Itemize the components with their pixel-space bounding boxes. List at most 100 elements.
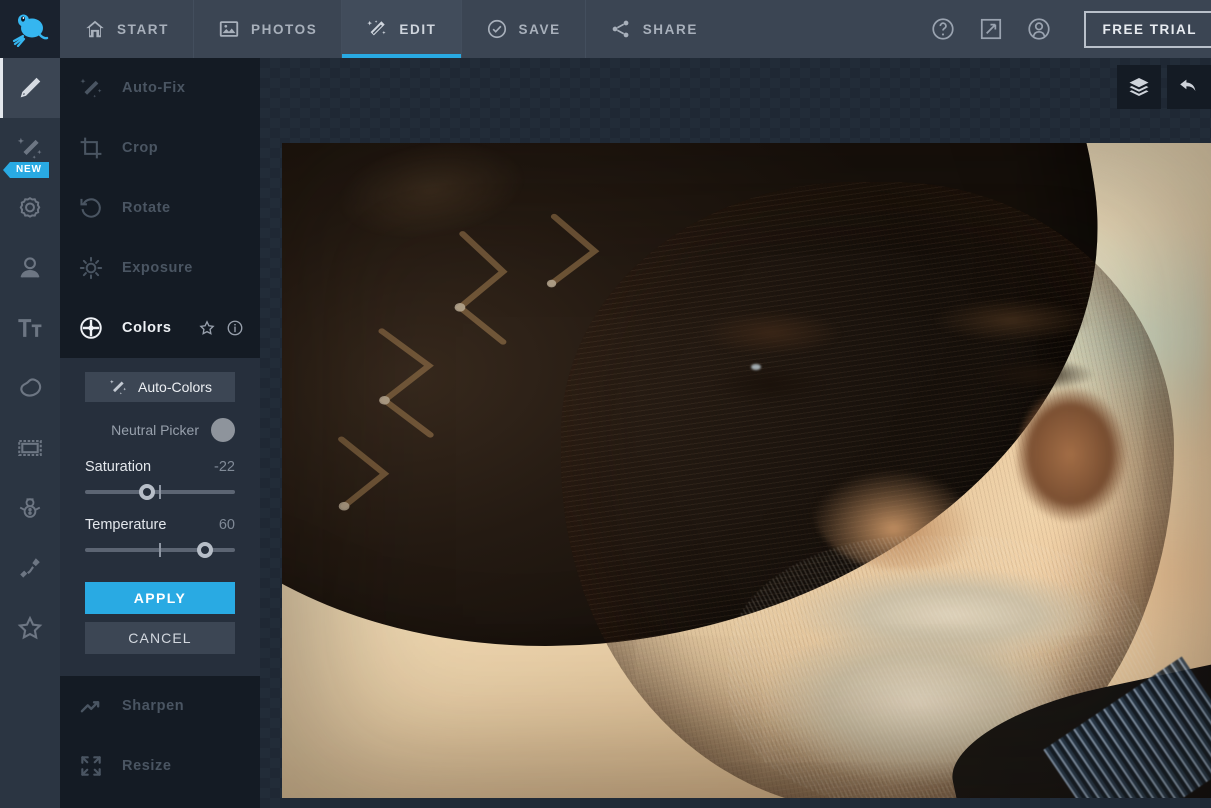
rail-item-edit-tools[interactable] bbox=[0, 58, 69, 118]
crop-icon bbox=[78, 135, 104, 161]
auto-colors-label: Auto-Colors bbox=[138, 379, 212, 395]
snowman-icon bbox=[16, 494, 44, 522]
tab-share[interactable]: SHARE bbox=[584, 0, 722, 58]
tab-photos-label: PHOTOS bbox=[251, 21, 318, 37]
tool-label-sharpen: Sharpen bbox=[122, 698, 185, 714]
slider-temperature-handle[interactable] bbox=[197, 542, 213, 558]
rail-item-graphics[interactable] bbox=[0, 478, 60, 538]
brush-stroke-icon bbox=[16, 554, 44, 582]
edited-photo[interactable] bbox=[282, 143, 1211, 798]
slider-saturation-header: Saturation -22 bbox=[85, 459, 235, 475]
slider-saturation: Saturation -22 bbox=[85, 459, 235, 502]
frame-icon bbox=[16, 434, 44, 462]
tab-save-label: SAVE bbox=[518, 21, 561, 37]
app-logo[interactable] bbox=[0, 0, 60, 58]
cancel-button[interactable]: CANCEL bbox=[85, 622, 235, 654]
magic-wand-icon bbox=[108, 377, 128, 397]
free-trial-button[interactable]: FREE TRIAL bbox=[1083, 10, 1211, 48]
photo-vignette bbox=[282, 143, 1211, 798]
tab-edit-label: EDIT bbox=[399, 21, 437, 37]
undo-button[interactable] bbox=[1167, 65, 1211, 109]
rail-item-touch-up[interactable] bbox=[0, 238, 60, 298]
undo-icon bbox=[1180, 79, 1196, 91]
person-icon bbox=[16, 254, 44, 282]
tool-row-exposure[interactable]: Exposure bbox=[60, 238, 260, 298]
layers-button[interactable] bbox=[1117, 65, 1161, 109]
blob-icon bbox=[16, 374, 44, 402]
tab-share-label: SHARE bbox=[642, 21, 698, 37]
new-badge: NEW bbox=[10, 162, 49, 178]
color-target-icon bbox=[78, 315, 104, 341]
magic-wand-icon bbox=[16, 134, 44, 162]
favorite-star-icon[interactable] bbox=[198, 319, 216, 337]
colors-options-panel: Auto-Colors Neutral Picker Saturation -2… bbox=[60, 358, 260, 676]
magic-wand-icon bbox=[366, 18, 388, 40]
slider-temperature-track[interactable] bbox=[85, 540, 235, 560]
tool-label-resize: Resize bbox=[122, 758, 172, 774]
slider-saturation-label: Saturation bbox=[85, 459, 152, 475]
tool-row-auto-fix[interactable]: Auto-Fix bbox=[60, 58, 260, 118]
slider-temperature-header: Temperature 60 bbox=[85, 517, 235, 533]
auto-colors-button[interactable]: Auto-Colors bbox=[85, 372, 235, 402]
slider-saturation-value: -22 bbox=[214, 459, 235, 475]
slider-temperature: Temperature 60 bbox=[85, 517, 235, 560]
tool-label-colors: Colors bbox=[122, 320, 172, 336]
canvas-toolbar bbox=[1117, 65, 1211, 109]
fullscreen-icon[interactable] bbox=[978, 16, 1004, 42]
colors-row-actions bbox=[198, 319, 244, 337]
account-icon[interactable] bbox=[1026, 16, 1052, 42]
apply-button[interactable]: APPLY bbox=[85, 582, 235, 614]
star-icon bbox=[16, 614, 44, 642]
tool-label-auto-fix: Auto-Fix bbox=[122, 80, 186, 96]
slider-center-tick bbox=[159, 485, 161, 499]
slider-saturation-track[interactable] bbox=[85, 482, 235, 502]
tool-row-rotate[interactable]: Rotate bbox=[60, 178, 260, 238]
rail-item-overlays[interactable] bbox=[0, 598, 60, 658]
tool-row-sharpen[interactable]: Sharpen bbox=[60, 676, 260, 736]
tab-photos[interactable]: PHOTOS bbox=[193, 0, 341, 58]
sharpen-icon bbox=[78, 693, 104, 719]
rail-item-text[interactable] bbox=[0, 298, 60, 358]
rail-item-artsy[interactable] bbox=[0, 358, 60, 418]
pencil-icon bbox=[16, 74, 44, 102]
tab-save[interactable]: SAVE bbox=[460, 0, 585, 58]
rail-item-ai-tools[interactable]: NEW bbox=[0, 162, 60, 238]
rail-item-brushes[interactable] bbox=[0, 538, 60, 598]
top-right-actions: FREE TRIAL bbox=[930, 0, 1211, 58]
text-tt-icon bbox=[16, 314, 44, 342]
resize-icon bbox=[78, 753, 104, 779]
neutral-picker-swatch[interactable] bbox=[211, 418, 235, 442]
magic-wand-icon bbox=[78, 75, 104, 101]
share-nodes-icon bbox=[610, 18, 632, 40]
slider-saturation-handle[interactable] bbox=[138, 484, 155, 500]
main-tabs: START PHOTOS EDIT SAVE SHARE bbox=[60, 0, 722, 58]
tool-label-rotate: Rotate bbox=[122, 200, 171, 216]
frog-logo-icon bbox=[12, 14, 49, 47]
tool-label-crop: Crop bbox=[122, 140, 159, 156]
edit-tools-panel: Auto-Fix Crop Rotate Exposure Colors Aut… bbox=[60, 58, 260, 808]
info-icon[interactable] bbox=[226, 319, 244, 337]
help-icon[interactable] bbox=[930, 16, 956, 42]
slider-temperature-label: Temperature bbox=[85, 517, 167, 533]
canvas-workspace[interactable] bbox=[260, 58, 1211, 808]
photos-icon bbox=[218, 18, 240, 40]
tool-row-resize[interactable]: Resize bbox=[60, 736, 260, 796]
rotate-icon bbox=[78, 195, 104, 221]
check-circle-icon bbox=[486, 18, 508, 40]
tool-row-colors[interactable]: Colors bbox=[60, 298, 260, 358]
neutral-picker-row: Neutral Picker bbox=[85, 416, 235, 444]
tool-label-exposure: Exposure bbox=[122, 260, 193, 276]
home-icon bbox=[84, 18, 106, 40]
gear-icon bbox=[16, 194, 44, 222]
app-root: START PHOTOS EDIT SAVE SHARE FREE TRIAL … bbox=[0, 0, 1211, 808]
top-navigation-bar: START PHOTOS EDIT SAVE SHARE FREE TRIAL bbox=[0, 0, 1211, 58]
neutral-picker-label: Neutral Picker bbox=[111, 422, 199, 438]
slider-center-tick bbox=[159, 543, 161, 557]
layers-icon bbox=[1129, 78, 1149, 96]
tab-edit[interactable]: EDIT bbox=[341, 0, 461, 58]
tab-start[interactable]: START bbox=[60, 0, 193, 58]
rail-item-frames[interactable] bbox=[0, 418, 60, 478]
slider-temperature-value: 60 bbox=[218, 517, 235, 533]
left-tool-rail: NEW bbox=[0, 58, 69, 808]
tool-row-crop[interactable]: Crop bbox=[60, 118, 260, 178]
